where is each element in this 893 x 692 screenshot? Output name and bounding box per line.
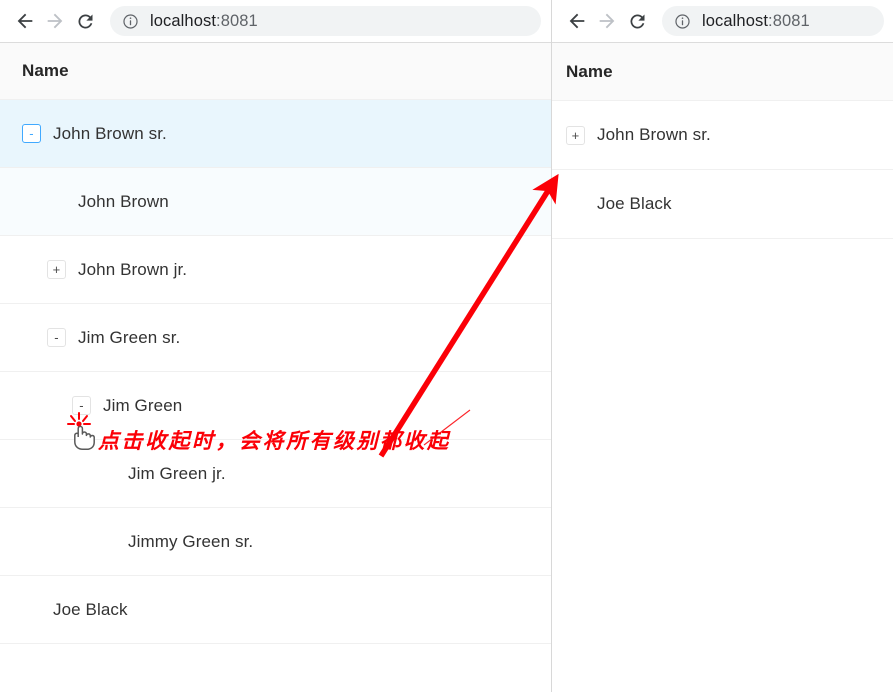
page-content-right: Name + John Brown sr. Joe Black: [552, 43, 893, 239]
page-content-left: Name - John Brown sr. John Brown + John …: [0, 43, 551, 644]
row-label: John Brown jr.: [78, 259, 188, 279]
address-bar-url: localhost:8081: [702, 12, 810, 31]
table-row[interactable]: - John Brown sr.: [0, 100, 551, 168]
tree-table-left: Name - John Brown sr. John Brown + John …: [0, 43, 551, 644]
site-information-icon[interactable]: [122, 13, 139, 30]
cell-name: John Brown: [0, 192, 169, 212]
table-row[interactable]: Jimmy Green sr.: [0, 508, 551, 576]
table-row[interactable]: - Jim Green: [0, 372, 551, 440]
address-bar[interactable]: localhost:8081: [110, 6, 541, 36]
cell-name: + John Brown jr.: [0, 260, 187, 280]
row-label: Jim Green sr.: [78, 327, 181, 347]
table-row[interactable]: John Brown: [0, 168, 551, 236]
back-button[interactable]: [10, 6, 40, 36]
cell-name: Joe Black: [0, 600, 128, 620]
back-button[interactable]: [562, 6, 592, 36]
forward-button[interactable]: [592, 6, 622, 36]
cell-name: - John Brown sr.: [0, 124, 167, 144]
cell-name: - Jim Green sr.: [0, 328, 180, 348]
url-port: :8081: [216, 11, 258, 30]
tree-toggle-collapse-icon[interactable]: -: [47, 328, 66, 347]
tree-table-right: Name + John Brown sr. Joe Black: [552, 43, 893, 239]
table-row[interactable]: - Jim Green sr.: [0, 304, 551, 372]
table-row[interactable]: Joe Black: [0, 576, 551, 644]
address-bar-url: localhost:8081: [150, 12, 258, 31]
cell-name: + John Brown sr.: [552, 125, 711, 145]
row-label: Jim Green: [103, 395, 183, 415]
row-label: Jimmy Green sr.: [128, 531, 254, 551]
row-label: John Brown sr.: [53, 123, 167, 143]
column-header-name: Name: [566, 61, 613, 81]
cell-name: Jimmy Green sr.: [0, 532, 253, 552]
table-header-right: Name: [552, 43, 893, 101]
cell-name: Joe Black: [552, 194, 672, 214]
browser-window-right: localhost:8081 Name + John Brown sr. Joe…: [551, 0, 893, 692]
tree-toggle-collapse-icon[interactable]: -: [72, 396, 91, 415]
cell-name: - Jim Green: [0, 396, 182, 416]
table-row[interactable]: + John Brown sr.: [552, 101, 893, 170]
row-label: Joe Black: [53, 599, 128, 619]
table-row[interactable]: Jim Green jr.: [0, 440, 551, 508]
row-label: John Brown sr.: [597, 125, 711, 144]
url-host: localhost: [150, 11, 217, 30]
table-row[interactable]: + John Brown jr.: [0, 236, 551, 304]
row-label: John Brown: [78, 191, 169, 211]
url-host: localhost: [702, 11, 769, 30]
site-information-icon[interactable]: [674, 13, 691, 30]
row-label: Joe Black: [597, 194, 672, 213]
cell-name: Jim Green jr.: [0, 464, 226, 484]
reload-button[interactable]: [70, 6, 100, 36]
reload-button[interactable]: [622, 6, 652, 36]
table-row[interactable]: Joe Black: [552, 170, 893, 239]
url-port: :8081: [768, 11, 810, 30]
browser-toolbar-left: localhost:8081: [0, 0, 551, 43]
table-header-left: Name: [0, 43, 551, 100]
address-bar[interactable]: localhost:8081: [662, 6, 884, 36]
tree-toggle-expand-icon[interactable]: +: [47, 260, 66, 279]
row-label: Jim Green jr.: [128, 463, 226, 483]
column-header-name: Name: [22, 61, 69, 80]
forward-button[interactable]: [40, 6, 70, 36]
tree-toggle-expand-icon[interactable]: +: [566, 125, 585, 145]
browser-window-left: localhost:8081 Name - John Brown sr. Joh…: [0, 0, 551, 692]
tree-toggle-collapse-icon[interactable]: -: [22, 124, 41, 143]
browser-toolbar-right: localhost:8081: [552, 0, 893, 43]
